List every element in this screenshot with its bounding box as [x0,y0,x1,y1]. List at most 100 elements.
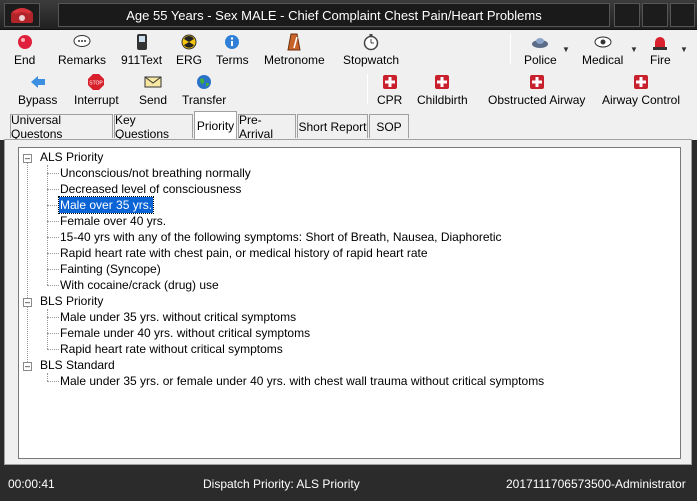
tree-item[interactable]: Male under 35 yrs. without critical symp… [60,309,296,325]
transfer-button[interactable]: Transfer [182,73,226,107]
toolbar-separator [510,34,511,64]
dispatch-priority-status: Dispatch Priority: ALS Priority [203,477,360,491]
tree-connector [47,269,59,270]
tree-item[interactable]: Decreased level of consciousness [60,181,241,197]
tab-key-questions[interactable]: Key Questions [114,113,193,141]
airway-control-label: Airway Control [602,93,681,107]
end-label: End [14,53,36,67]
fire-label: Fire [650,53,671,67]
tab-universal-questions[interactable]: Universal Questons [10,113,113,141]
tree-connector [47,309,48,349]
stopwatch-icon [363,33,379,51]
speech-bubble-icon [73,33,91,51]
police-chevron-down-icon[interactable]: ▼ [562,45,570,54]
fire-button[interactable]: Fire [650,33,671,67]
tree-connector [47,221,59,222]
close-button[interactable] [670,3,695,27]
call-timer: 00:00:41 [8,477,55,491]
tree-item[interactable]: Female under 40 yrs. without critical sy… [60,325,310,341]
minimize-button[interactable] [614,3,640,27]
tree-item[interactable]: With cocaine/crack (drug) use [60,277,219,293]
info-icon [224,33,240,51]
cpr-button[interactable]: CPR [377,73,402,107]
tab-priority[interactable]: Priority [194,111,237,139]
collapse-icon[interactable]: – [23,154,32,163]
tree-item[interactable]: Rapid heart rate with chest pain, or med… [60,245,428,261]
priority-tree[interactable]: – ALS Priority Unconscious/not breathing… [18,147,681,459]
metronome-label: Metronome [264,53,325,67]
tree-item[interactable]: 15-40 yrs with any of the following symp… [60,229,502,245]
remarks-label: Remarks [58,53,107,67]
tree-item[interactable]: Rapid heart rate without critical sympto… [60,341,283,357]
bypass-button[interactable]: Bypass [18,73,57,107]
send-label: Send [139,93,168,107]
bypass-label: Bypass [18,93,58,107]
fire-chevron-down-icon[interactable]: ▼ [680,45,688,54]
collapse-icon[interactable]: – [23,298,32,307]
erg-button[interactable]: ERG [176,33,202,67]
tree-connector [47,165,48,285]
terms-button[interactable]: Terms [216,33,249,67]
tree-connector [47,285,59,286]
medical-cross-icon [435,73,450,91]
send-envelope-icon [144,73,162,91]
tree-item-selected[interactable]: Male over 35 yrs. [57,196,155,214]
911text-label: 911Text [121,53,163,67]
childbirth-button[interactable]: Childbirth [417,73,468,107]
stop-sign-icon: STOP [87,73,105,91]
tree-connector [47,253,59,254]
medical-eye-icon [594,33,612,51]
stopwatch-button[interactable]: Stopwatch [343,33,399,67]
obstructed-airway-button[interactable]: Obstructed Airway [488,73,585,107]
airway-control-button[interactable]: Airway Control [602,73,680,107]
obstructed-airway-label: Obstructed Airway [488,93,586,107]
status-bar: 00:00:41 Dispatch Priority: ALS Priority… [0,468,697,501]
medical-cross-icon [529,73,544,91]
medical-cross-icon [634,73,649,91]
tree-connector [27,158,28,366]
tab-short-report[interactable]: Short Report [297,114,368,138]
tree-connector [47,333,59,334]
tree-connector [47,373,48,381]
tab-strip: Universal Questons Key Questions Priorit… [0,108,697,141]
send-button[interactable]: Send [139,73,167,107]
tree-item[interactable]: Female over 40 yrs. [60,213,166,229]
police-button[interactable]: Police [524,33,557,67]
medical-chevron-down-icon[interactable]: ▼ [630,45,638,54]
cpr-label: CPR [377,93,403,107]
globe-icon [196,73,212,91]
svg-text:STOP: STOP [90,81,104,87]
remarks-button[interactable]: Remarks [58,33,106,67]
interrupt-label: Interrupt [74,93,119,107]
terms-label: Terms [216,53,249,67]
tree-item[interactable]: Male under 35 yrs. or female under 40 yr… [60,373,544,389]
tree-connector [47,381,59,382]
tree-item[interactable]: Fainting (Syncope) [60,261,161,277]
tab-pre-arrival[interactable]: Pre-Arrival [238,113,296,141]
medical-label: Medical [582,53,624,67]
fire-light-icon [652,33,668,51]
transfer-label: Transfer [182,93,227,107]
collapse-icon[interactable]: – [23,362,32,371]
tree-item[interactable]: Unconscious/not breathing normally [60,165,251,181]
metronome-button[interactable]: Metronome [264,33,325,67]
childbirth-label: Childbirth [417,93,468,107]
hazard-icon [181,33,197,51]
toolbar-separator [367,74,368,104]
medical-cross-icon [382,73,397,91]
medical-button[interactable]: Medical [582,33,623,67]
toolbar-area: End Remarks 911Text ERG Terms Metronome [0,30,697,108]
maximize-button[interactable] [642,3,668,27]
tab-sop[interactable]: SOP [369,114,409,138]
tree-group-bls-standard[interactable]: BLS Standard [40,357,115,373]
911text-button[interactable]: 911Text [121,33,162,67]
tree-group-als-priority[interactable]: ALS Priority [40,149,103,165]
interrupt-button[interactable]: STOP Interrupt [74,73,119,107]
end-button[interactable]: End [14,33,35,67]
mobile-phone-icon [136,33,148,51]
tree-group-bls-priority[interactable]: BLS Priority [40,293,103,309]
phone-icon[interactable] [4,3,40,27]
red-ball-icon [17,33,33,51]
metronome-icon [287,33,301,51]
tree-connector [47,205,59,206]
